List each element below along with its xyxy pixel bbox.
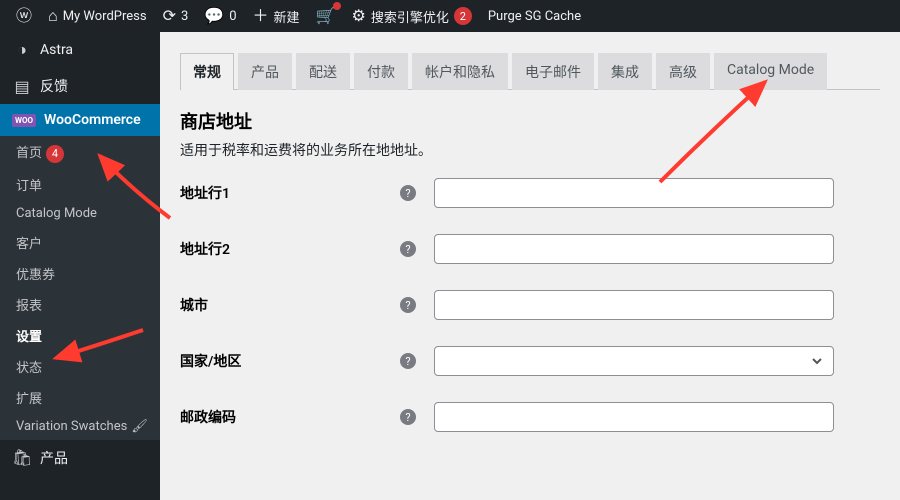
input-city[interactable] xyxy=(434,290,834,320)
row-address2: 地址行2 ? xyxy=(180,234,880,264)
wordpress-icon: ⓦ xyxy=(16,8,32,24)
sidebar-item-feedback[interactable]: ▤反馈 xyxy=(0,68,160,104)
sidebar-sub-settings[interactable]: 设置 xyxy=(0,320,160,351)
tab-general[interactable]: 常规 xyxy=(180,53,234,90)
site-name-link[interactable]: ⌂ My WordPress xyxy=(40,0,155,32)
woocommerce-icon: WOO xyxy=(12,114,36,127)
help-icon[interactable]: ? xyxy=(400,297,416,313)
sidebar-sub-coupons[interactable]: 优惠券 xyxy=(0,258,160,289)
new-label: 新建 xyxy=(274,7,300,26)
wp-logo[interactable]: ⓦ xyxy=(8,0,40,32)
seo-badge: 2 xyxy=(454,7,472,25)
section-description: 适用于税率和运费将的业务所在地地址。 xyxy=(180,140,880,160)
help-icon[interactable]: ? xyxy=(400,353,416,369)
row-address1: 地址行1 ? xyxy=(180,178,880,208)
sidebar-sub-home[interactable]: 首页4 xyxy=(0,136,160,169)
comments-link[interactable]: 💬0 xyxy=(196,0,244,32)
sidebar-sub-reports[interactable]: 报表 xyxy=(0,289,160,320)
input-postcode[interactable] xyxy=(434,402,834,432)
gear-icon: ⚙ xyxy=(351,8,365,24)
sidebar-item-woocommerce[interactable]: WOOWooCommerce xyxy=(0,104,160,136)
label-city: 城市 xyxy=(180,295,400,315)
help-icon[interactable]: ? xyxy=(400,241,416,257)
sidebar-sub-orders[interactable]: 订单 xyxy=(0,169,160,200)
tab-payments[interactable]: 付款 xyxy=(354,53,408,90)
seo-label: 搜索引擎优化 xyxy=(371,7,449,26)
brush-icon: 🖌 xyxy=(131,419,148,434)
home-icon: ⌂ xyxy=(48,8,58,24)
tab-emails[interactable]: 电子邮件 xyxy=(512,53,594,90)
sidebar-sub-customers[interactable]: 客户 xyxy=(0,227,160,258)
site-name-label: My WordPress xyxy=(63,9,147,24)
admin-toolbar: ⓦ ⌂My WordPress ⟳3 💬0 ＋新建 🛒 ⚙搜索引擎优化2 Pur… xyxy=(0,0,900,32)
tab-catalog-mode[interactable]: Catalog Mode xyxy=(714,53,827,90)
label-postcode: 邮政编码 xyxy=(180,407,400,427)
tab-integration[interactable]: 集成 xyxy=(598,53,652,90)
help-icon[interactable]: ? xyxy=(400,409,416,425)
main-content: 常规 产品 配送 付款 帐户和隐私 电子邮件 集成 高级 Catalog Mod… xyxy=(160,32,900,500)
sidebar-item-astra[interactable]: ◑Astra xyxy=(0,32,160,68)
products-icon: 🛍 xyxy=(12,448,32,467)
cart-link[interactable]: 🛒 xyxy=(308,0,344,32)
tab-shipping[interactable]: 配送 xyxy=(296,53,350,90)
input-address2[interactable] xyxy=(434,234,834,264)
admin-sidebar: ◑Astra ▤反馈 WOOWooCommerce 首页4 订单 Catalog… xyxy=(0,32,160,500)
input-address1[interactable] xyxy=(434,178,834,208)
astra-icon: ◑ xyxy=(12,40,32,60)
section-title: 商店地址 xyxy=(180,108,880,134)
sidebar-sub-variation-swatches[interactable]: Variation Swatches🖌 xyxy=(0,413,160,440)
purge-cache-link[interactable]: Purge SG Cache xyxy=(480,0,589,32)
updates-link[interactable]: ⟳3 xyxy=(155,0,197,32)
settings-tabs: 常规 产品 配送 付款 帐户和隐私 电子邮件 集成 高级 Catalog Mod… xyxy=(180,52,880,90)
seo-link[interactable]: ⚙ 搜索引擎优化 2 xyxy=(343,0,479,32)
sidebar-sub-extensions[interactable]: 扩展 xyxy=(0,382,160,413)
tab-advanced[interactable]: 高级 xyxy=(656,53,710,90)
purge-label: Purge SG Cache xyxy=(488,9,581,24)
updates-count: 3 xyxy=(181,9,188,24)
row-country: 国家/地区 ? xyxy=(180,346,880,376)
tab-products[interactable]: 产品 xyxy=(238,53,292,90)
cart-icon: 🛒 xyxy=(316,8,336,24)
cart-dot xyxy=(333,2,341,10)
row-city: 城市 ? xyxy=(180,290,880,320)
home-badge: 4 xyxy=(46,145,64,163)
select-country[interactable] xyxy=(434,346,834,376)
comments-count: 0 xyxy=(229,9,236,24)
help-icon[interactable]: ? xyxy=(400,185,416,201)
refresh-icon: ⟳ xyxy=(163,8,176,24)
sidebar-item-products[interactable]: 🛍产品 xyxy=(0,440,160,476)
label-address2: 地址行2 xyxy=(180,239,400,259)
row-postcode: 邮政编码 ? xyxy=(180,402,880,432)
feedback-icon: ▤ xyxy=(12,77,32,96)
comment-icon: 💬 xyxy=(204,8,224,24)
label-address1: 地址行1 xyxy=(180,183,400,203)
label-country: 国家/地区 xyxy=(180,351,400,371)
new-content-link[interactable]: ＋ 新建 xyxy=(245,0,308,32)
plus-icon: ＋ xyxy=(253,8,269,24)
sidebar-sub-status[interactable]: 状态 xyxy=(0,351,160,382)
tab-accounts[interactable]: 帐户和隐私 xyxy=(412,53,508,90)
sidebar-sub-catalog-mode[interactable]: Catalog Mode xyxy=(0,200,160,227)
